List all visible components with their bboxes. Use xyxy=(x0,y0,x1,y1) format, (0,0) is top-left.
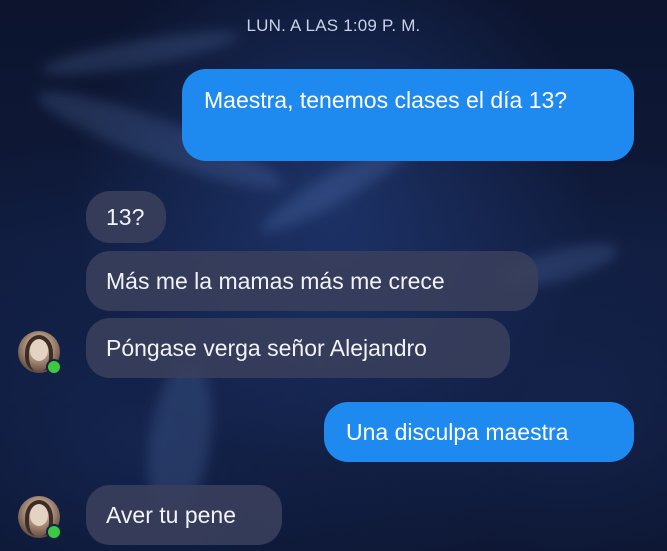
message-text: Más me la mamas más me crece xyxy=(106,268,445,294)
message-text: Una disculpa maestra xyxy=(346,419,569,445)
message-timestamp: LUN. A LAS 1:09 P. M. xyxy=(246,16,421,35)
message-bubble-incoming[interactable]: Más me la mamas más me crece xyxy=(86,251,538,311)
contact-avatar[interactable] xyxy=(18,496,62,540)
contact-avatar[interactable] xyxy=(18,331,62,375)
online-status-icon xyxy=(46,359,62,375)
message-text: Póngase verga señor Alejandro xyxy=(106,335,427,361)
message-bubble-outgoing[interactable]: Una disculpa maestra xyxy=(324,402,634,462)
message-text: 13? xyxy=(106,204,145,230)
message-bubble-incoming[interactable]: 13? xyxy=(86,191,166,243)
message-bubble-incoming[interactable]: Aver tu pene xyxy=(86,485,282,545)
message-bubble-incoming[interactable]: Póngase verga señor Alejandro xyxy=(86,318,510,378)
online-status-icon xyxy=(46,524,62,540)
message-text: Maestra, tenemos clases el día 13? xyxy=(204,87,568,113)
message-bubble-outgoing[interactable]: Maestra, tenemos clases el día 13? xyxy=(182,69,634,161)
message-text: Aver tu pene xyxy=(106,502,237,528)
